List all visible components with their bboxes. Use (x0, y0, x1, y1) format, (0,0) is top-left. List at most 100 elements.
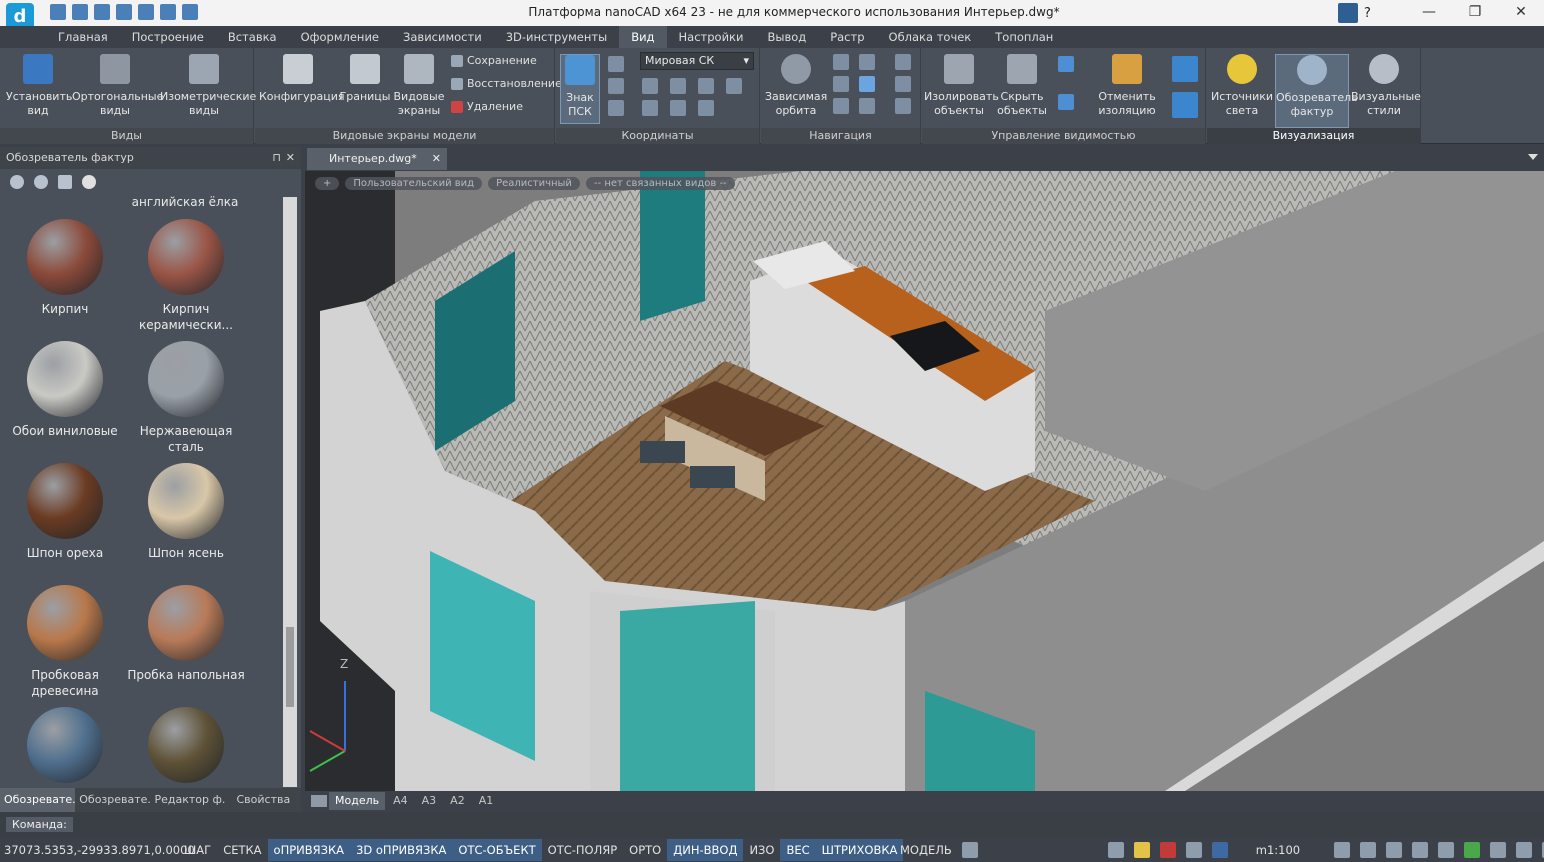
footsteps-icon[interactable] (833, 98, 849, 114)
material-item[interactable]: Обои виниловые (4, 341, 126, 439)
orbit-icon[interactable] (1438, 842, 1455, 858)
toggle-osnap[interactable]: оПРИВЯЗКА (267, 839, 351, 861)
material-item[interactable]: Кирпич (4, 219, 126, 317)
toggle-iso[interactable]: ИЗО (743, 839, 780, 861)
restore-viewport-button[interactable]: Восстановление (451, 77, 562, 90)
tab-raster[interactable]: Растр (818, 26, 876, 48)
save-viewport-button[interactable]: Сохранение (451, 54, 537, 67)
ucs-tool-2-icon[interactable] (608, 78, 624, 94)
tab-point-clouds[interactable]: Облака точек (877, 26, 984, 48)
workspace-icon[interactable] (1338, 3, 1358, 23)
material-item[interactable] (4, 707, 126, 783)
pan-icon[interactable] (833, 54, 849, 70)
zoom-extents-icon[interactable] (1412, 842, 1429, 858)
toggle-polar[interactable]: ОТС-ПОЛЯР (542, 839, 624, 861)
tab-insert[interactable]: Вставка (216, 26, 289, 48)
tab-topoplan[interactable]: Топоплан (983, 26, 1065, 48)
visibility-tool-1-icon[interactable] (1058, 56, 1074, 72)
walk-icon[interactable] (833, 76, 849, 92)
help-icon[interactable] (82, 175, 96, 189)
tab-view[interactable]: Вид (619, 26, 667, 48)
light-bulb-icon[interactable] (1133, 842, 1150, 858)
toggle-dyn-input[interactable]: ДИН-ВВОД (667, 839, 744, 861)
texture-browser-button[interactable]: Обозреватель фактур (1275, 54, 1358, 128)
delete-viewport-button[interactable]: Удаление (451, 100, 523, 113)
ortho-views-button[interactable]: Ортогональные виды (72, 54, 163, 118)
view-mode-icon[interactable] (58, 175, 72, 189)
search-icon[interactable] (34, 175, 48, 189)
help-button[interactable]: ? (1364, 6, 1371, 21)
nav-tool-3-icon[interactable] (895, 98, 911, 114)
ucs-tool-10-icon[interactable] (698, 100, 714, 116)
hide-button[interactable]: Скрыть объекты (996, 54, 1048, 118)
ucs-tool-9-icon[interactable] (670, 100, 686, 116)
world-ucs-select[interactable]: Мировая СК ▾ (640, 52, 754, 70)
fly-icon[interactable] (859, 98, 875, 114)
ucs-icon-button[interactable]: Знак ПСК (560, 54, 600, 124)
toggle-ortho[interactable]: ОРТО (623, 839, 667, 861)
zoom-icon[interactable] (1360, 842, 1377, 858)
toggle-otrack[interactable]: ОТС-ОБЪЕКТ (452, 839, 542, 861)
regen-icon[interactable] (1464, 842, 1481, 858)
ucs-tool-4-icon[interactable] (642, 78, 658, 94)
tab-home[interactable]: Главная (46, 26, 120, 48)
pan-icon[interactable] (1334, 842, 1351, 858)
maximize-button[interactable]: ❐ (1452, 0, 1498, 26)
orbit-button[interactable]: Зависимая орбита (765, 54, 827, 118)
box-icon[interactable] (1172, 56, 1198, 82)
box-2-icon[interactable] (1172, 92, 1198, 118)
tab-a1[interactable]: A1 (473, 792, 500, 810)
tab-document[interactable]: Интерьер.dwg* ✕ (307, 148, 447, 170)
ucs-status-icon[interactable] (1211, 842, 1228, 858)
visual-style-selector[interactable]: Реалистичный (488, 177, 580, 190)
close-button[interactable]: ✕ (1498, 0, 1544, 26)
linked-views-selector[interactable]: -- нет связанных видов -- (585, 177, 735, 190)
palette-scrollbar[interactable] (283, 197, 297, 787)
lights-button[interactable]: Источники света (1211, 54, 1273, 118)
tab-build[interactable]: Построение (120, 26, 216, 48)
minimize-button[interactable]: — (1406, 0, 1452, 26)
ucs-tool-6-icon[interactable] (698, 78, 714, 94)
scrollbar-thumb[interactable] (286, 627, 294, 707)
command-line[interactable]: Команда: (0, 812, 1544, 838)
ucs-tool-1-icon[interactable] (608, 56, 624, 72)
isolate-button[interactable]: Изолировать объекты (924, 54, 999, 118)
tab-3d-tools[interactable]: 3D-инструменты (494, 26, 620, 48)
material-item[interactable]: Нержавеющая сталь (125, 341, 247, 455)
model-viewport[interactable]: Z + Пользовательский вид Реалистичный --… (305, 171, 1544, 791)
tab-constraints[interactable]: Зависимости (391, 26, 494, 48)
zoom-icon[interactable] (859, 54, 875, 70)
tab-properties[interactable]: Свойства (226, 788, 301, 812)
view-selector[interactable]: Пользовательский вид (345, 177, 483, 190)
close-icon[interactable]: ✕ (432, 148, 441, 170)
viewport-lock-icon[interactable] (1107, 842, 1124, 858)
visibility-tool-2-icon[interactable] (1058, 94, 1074, 110)
set-view-button[interactable]: Установить вид (6, 54, 72, 118)
nav-tool-icon[interactable] (895, 54, 911, 70)
toggle-lineweight[interactable]: ВЕС (780, 839, 816, 861)
ucs-tool-3-icon[interactable] (608, 100, 624, 116)
tab-a2[interactable]: A2 (444, 792, 471, 810)
view-cube-icon[interactable] (859, 76, 875, 92)
viewport-screens-button[interactable]: Видовые экраны (393, 54, 445, 118)
tab-texture-browser-2[interactable]: Обозревате... (75, 788, 150, 812)
ucs-tool-5-icon[interactable] (670, 78, 686, 94)
tab-settings[interactable]: Настройки (667, 26, 756, 48)
tab-output[interactable]: Вывод (755, 26, 818, 48)
iso-views-button[interactable]: Изометрические виды (160, 54, 256, 118)
ucs-tool-7-icon[interactable] (726, 78, 742, 94)
tab-annotate[interactable]: Оформление (289, 26, 391, 48)
toggle-snap[interactable]: ШАГ (178, 839, 217, 861)
toggle-hatch[interactable]: ШТРИХОВКА (815, 839, 904, 861)
toggle-3d-osnap[interactable]: 3D оПРИВЯЗКА (350, 839, 453, 861)
nav-tool-2-icon[interactable] (895, 76, 911, 92)
material-item[interactable]: Шпон ясень (125, 463, 247, 561)
layouts-menu-icon[interactable] (311, 795, 327, 807)
tab-a4[interactable]: A4 (387, 792, 414, 810)
unisolate-button[interactable]: Отменить изоляцию (1088, 54, 1166, 118)
material-item[interactable]: Шпон ореха (4, 463, 126, 561)
cursor-icon[interactable] (1185, 842, 1202, 858)
material-item[interactable]: Пробковая древесина (4, 585, 126, 699)
pin-icon[interactable]: ⊓ (272, 147, 281, 169)
clean-screen-icon[interactable] (1490, 842, 1507, 858)
